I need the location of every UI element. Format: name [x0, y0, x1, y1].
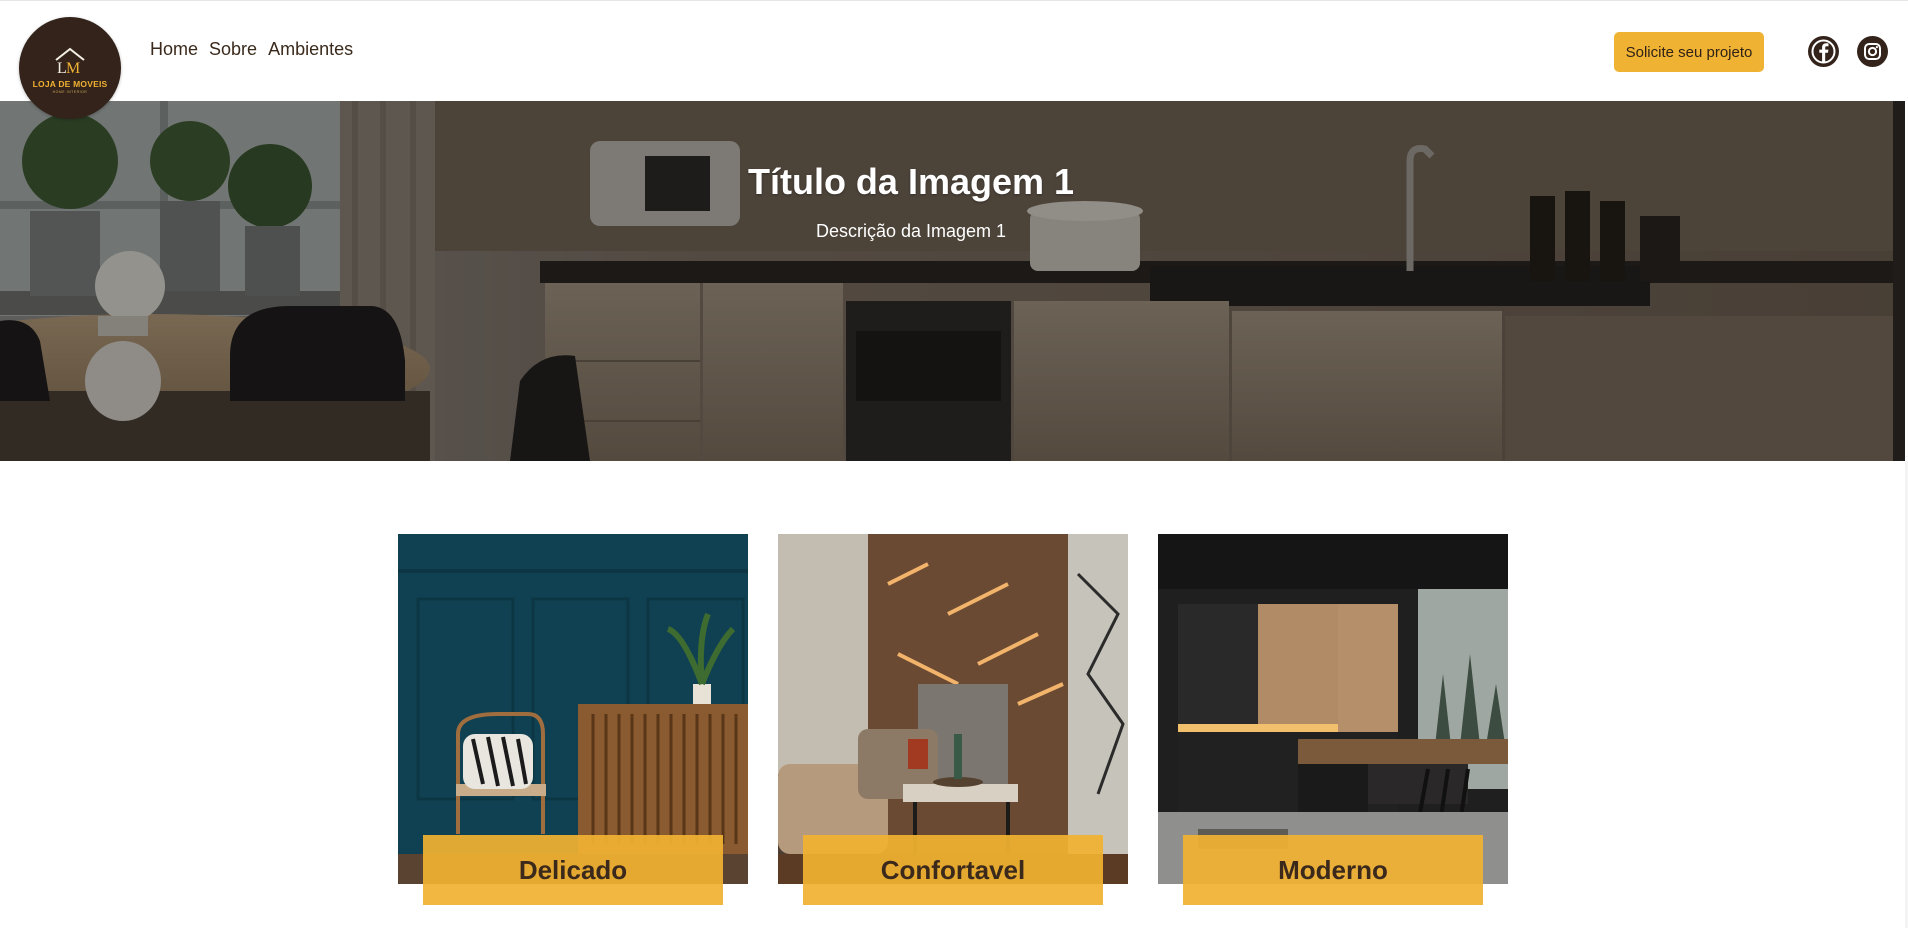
kitchen-hero-image — [0, 101, 1905, 461]
svg-text:M: M — [66, 60, 80, 76]
logo-subtext: HOME INTERIOR — [52, 90, 88, 94]
nav-link-sobre[interactable]: Sobre — [209, 39, 257, 60]
confortavel-room-image — [778, 534, 1128, 884]
hero-title: Título da Imagem 1 — [747, 161, 1075, 202]
site-header: L M LOJA DE MOVEIS HOME INTERIOR Home So… — [0, 0, 1908, 119]
card-delicado[interactable]: Delicado — [398, 534, 748, 905]
main-nav: Home Sobre Ambientes — [150, 39, 353, 60]
logo-text: LOJA DE MOVEIS — [32, 79, 108, 89]
card-label-delicado: Delicado — [423, 835, 723, 905]
card-label-moderno: Moderno — [1183, 835, 1483, 905]
house-logo-icon: L M — [55, 47, 85, 76]
card-label-confortavel: Confortavel — [803, 835, 1103, 905]
brand-logo[interactable]: L M LOJA DE MOVEIS HOME INTERIOR — [19, 17, 121, 119]
request-project-button[interactable]: Solicite seu projeto — [1614, 32, 1764, 72]
instagram-icon[interactable] — [1857, 36, 1888, 67]
moderno-kitchen-image — [1158, 534, 1508, 884]
delicado-room-image — [398, 534, 748, 884]
card-confortavel[interactable]: Confortavel — [778, 534, 1128, 905]
nav-link-ambientes[interactable]: Ambientes — [268, 39, 353, 60]
hero-banner: Título da Imagem 1 Descrição da Imagem 1 — [0, 101, 1905, 461]
card-moderno[interactable]: Moderno — [1158, 534, 1508, 905]
facebook-icon[interactable] — [1808, 36, 1839, 67]
nav-link-home[interactable]: Home — [150, 39, 198, 60]
ambientes-cards: Delicado Confortavel Moderno — [0, 534, 1908, 914]
hero-description: Descrição da Imagem 1 — [815, 221, 1007, 241]
